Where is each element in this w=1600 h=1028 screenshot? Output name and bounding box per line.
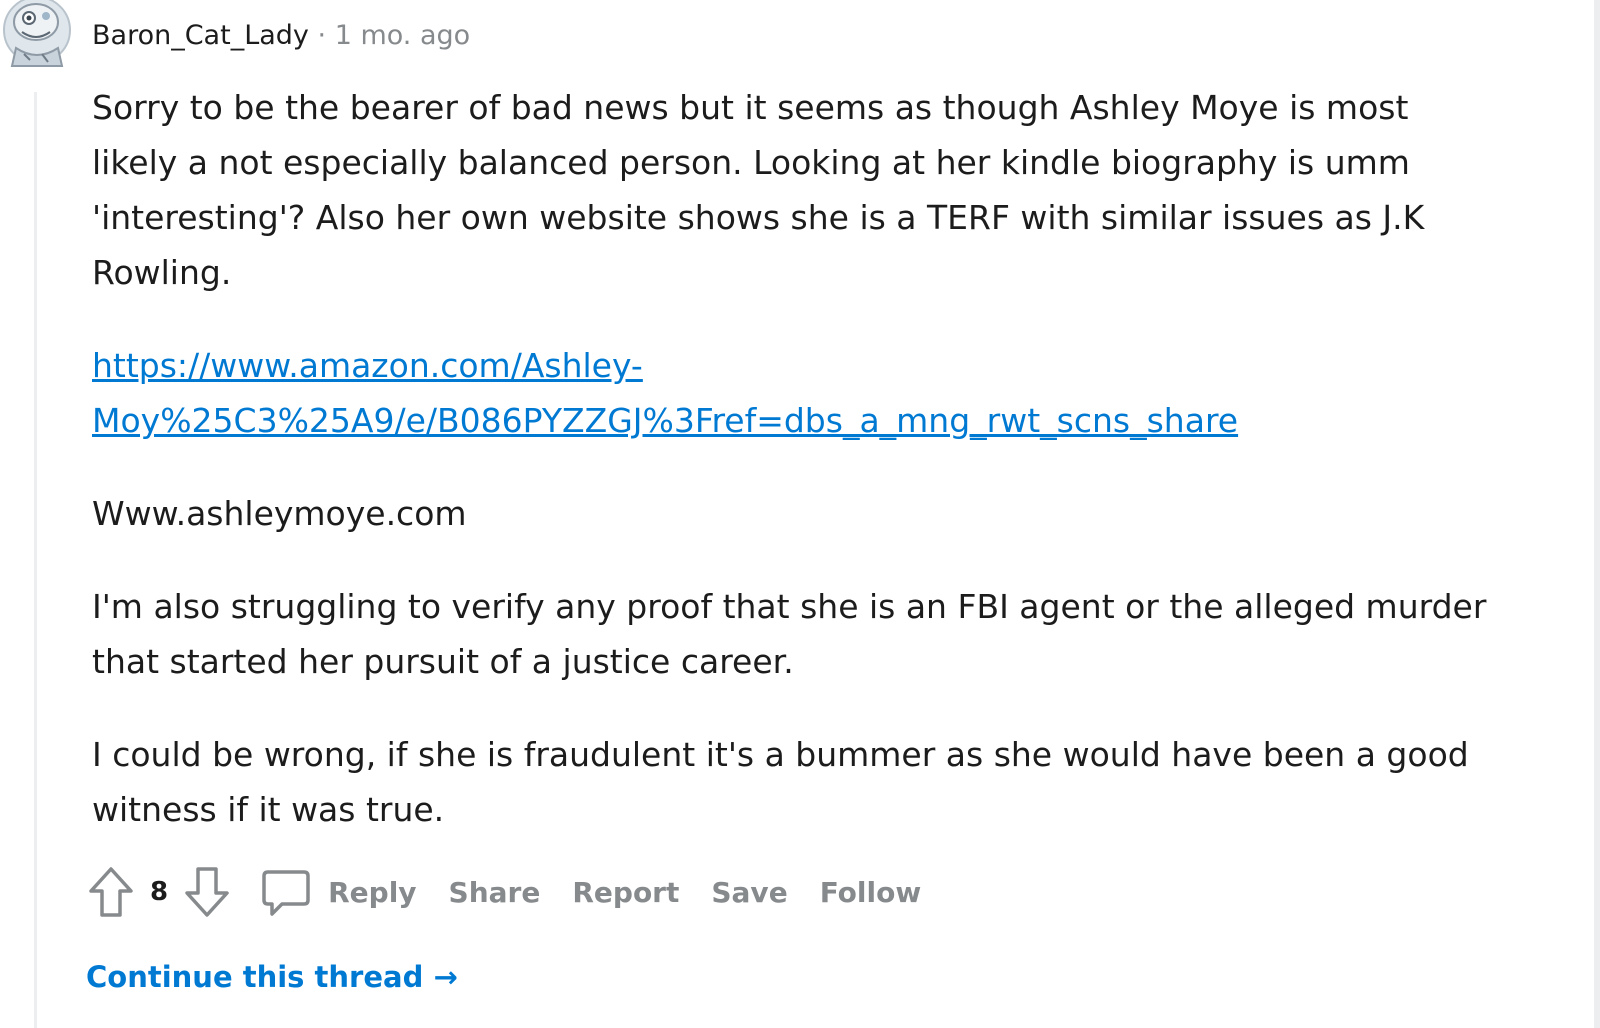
share-button[interactable]: Share — [449, 876, 541, 909]
comment-body: Sorry to be the bearer of bad news but i… — [92, 80, 1492, 875]
amazon-link-line2: Moy%25C3%25A9/e/B086PYZZGJ%3Fref=dbs_a_m… — [92, 401, 1239, 440]
arrow-right-icon: → — [433, 960, 458, 994]
upvote-icon[interactable] — [86, 865, 136, 919]
comment-paragraph: Sorry to be the bearer of bad news but i… — [92, 88, 1425, 292]
comment-timestamp[interactable]: 1 mo. ago — [335, 20, 470, 51]
comment-actions: 8 Reply Share Report Save Follow — [86, 862, 921, 922]
thread-line[interactable] — [34, 92, 37, 1028]
downvote-icon[interactable] — [182, 865, 232, 919]
amazon-link[interactable]: https://www.amazon.com/Ashley- Moy%25C3%2… — [92, 346, 1238, 440]
vote-count: 8 — [150, 877, 169, 907]
comment-paragraph: Www.ashleymoye.com — [92, 494, 467, 533]
comment-link-paragraph: https://www.amazon.com/Ashley- Moy%25C3%2… — [92, 338, 1492, 448]
comment-meta: Baron_Cat_Lady · 1 mo. ago — [92, 18, 470, 54]
reply-label: Reply — [328, 875, 417, 909]
avatar[interactable] — [2, 0, 72, 68]
author-name[interactable]: Baron_Cat_Lady — [92, 20, 309, 51]
continue-thread-link[interactable]: Continue this thread → — [86, 960, 458, 994]
thread-line-right — [1594, 0, 1600, 1028]
meta-separator: · — [317, 20, 327, 51]
comment-paragraph: I'm also struggling to verify any proof … — [92, 587, 1487, 681]
reply-button[interactable]: Reply — [260, 866, 417, 918]
comment-icon — [260, 866, 312, 918]
save-button[interactable]: Save — [711, 876, 787, 909]
amazon-link-line1: https://www.amazon.com/Ashley- — [92, 346, 643, 385]
continue-thread-label: Continue this thread — [86, 960, 424, 994]
report-button[interactable]: Report — [572, 876, 679, 909]
follow-button[interactable]: Follow — [820, 876, 922, 909]
comment-paragraph: I could be wrong, if she is fraudulent i… — [92, 735, 1469, 829]
